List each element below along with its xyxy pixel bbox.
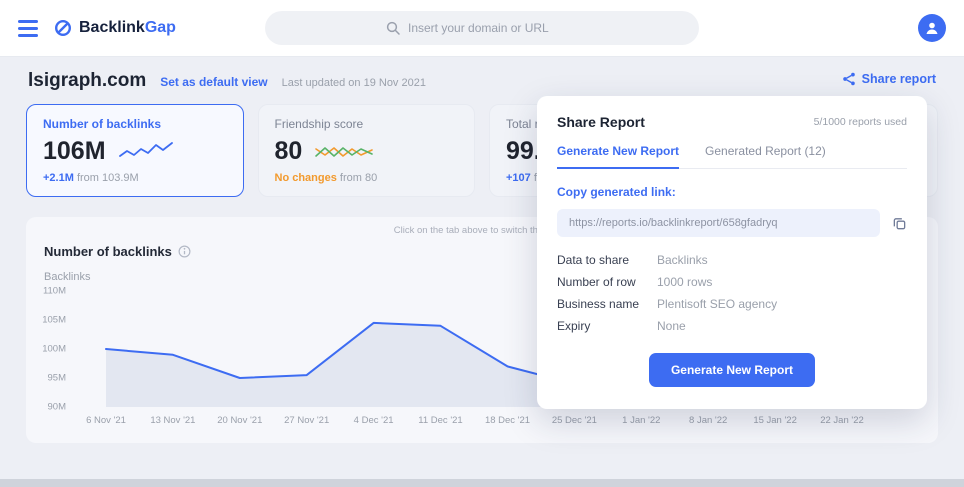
page-title: lsigraph.com — [28, 70, 147, 91]
stat-card-delta: +2.1M from 103.9M — [43, 172, 227, 184]
y-tick: 90M — [47, 401, 66, 413]
detail-label: Expiry — [557, 319, 591, 333]
x-tick: 8 Jan '22 — [689, 415, 728, 426]
modal-tabs: Generate New Report Generated Report (12… — [557, 144, 907, 169]
page-header: lsigraph.com Set as default view Last up… — [28, 70, 936, 92]
detail-value: None — [657, 319, 686, 333]
detail-value: 1000 rows — [657, 275, 713, 289]
topbar: BacklinkGap — [0, 0, 964, 56]
menu-icon[interactable] — [18, 19, 38, 37]
detail-label: Data to share — [557, 253, 630, 267]
x-axis-labels: 6 Nov '21 13 Nov '21 20 Nov '21 27 Nov '… — [76, 415, 872, 427]
x-tick: 1 Jan '22 — [622, 415, 661, 426]
x-tick: 13 Nov '21 — [150, 415, 196, 426]
report-details: Data to share Backlinks Number of row 10… — [557, 253, 907, 333]
page: BacklinkGap lsigraph.com Set as default … — [0, 0, 964, 487]
copy-link-label: Copy generated link: — [557, 185, 676, 199]
sparkline-chart — [315, 146, 374, 157]
x-tick: 27 Nov '21 — [284, 415, 330, 426]
user-avatar[interactable] — [918, 14, 946, 42]
copy-icon[interactable] — [892, 216, 907, 231]
info-icon[interactable] — [178, 245, 191, 258]
set-default-view-link[interactable]: Set as default view — [160, 75, 267, 89]
x-tick: 15 Jan '22 — [753, 415, 797, 426]
stat-card-value: 106M — [43, 137, 106, 165]
brand-logo[interactable]: BacklinkGap — [54, 19, 176, 37]
x-tick: 6 Nov '21 — [86, 415, 126, 426]
delta-from: from 103.9M — [76, 172, 139, 184]
y-tick: 100M — [42, 343, 66, 355]
stat-card-delta: No changes from 80 — [275, 172, 459, 184]
modal-title: Share Report — [557, 114, 645, 130]
share-report-label: Share report — [861, 72, 936, 86]
brand-name-primary: Backlink — [79, 19, 145, 36]
stat-card-value: 80 — [274, 137, 303, 165]
x-tick: 25 Dec '21 — [551, 415, 597, 426]
brand-name-accent: Gap — [144, 19, 176, 36]
share-report-modal: Share Report 5/1000 reports used Generat… — [537, 96, 927, 409]
brand-icon — [54, 19, 72, 37]
delta-value: No changes — [274, 172, 337, 184]
stat-card-title: Friendship score — [274, 117, 364, 131]
x-tick: 18 Dec '21 — [484, 415, 531, 426]
search-input[interactable] — [408, 21, 578, 35]
reports-usage-text: 5/1000 reports used — [813, 116, 907, 128]
x-tick: 20 Nov '21 — [217, 415, 263, 426]
stat-card-backlinks[interactable]: Number of backlinks 106M +2.1M from 103.… — [26, 104, 244, 197]
y-tick: 110M — [42, 285, 66, 297]
x-tick: 22 Jan '22 — [820, 415, 864, 426]
y-tick: 105M — [42, 314, 66, 326]
modal-header: Share Report 5/1000 reports used — [557, 114, 907, 130]
tab-generated-report[interactable]: Generated Report (12) — [705, 144, 826, 168]
person-icon — [926, 22, 938, 34]
x-tick: 11 Dec '21 — [418, 415, 463, 426]
detail-row: Data to share Backlinks — [557, 253, 907, 267]
stat-card-friendship-score[interactable]: Friendship score 80 No changes from 80 — [257, 104, 475, 197]
domain-search-bar[interactable] — [265, 11, 699, 45]
detail-label: Business name — [557, 297, 640, 311]
detail-value: Backlinks — [657, 253, 708, 267]
detail-row: Business name Plentisoft SEO agency — [557, 297, 907, 311]
detail-label: Number of row — [557, 275, 636, 289]
tab-generate-new-report[interactable]: Generate New Report — [557, 144, 680, 169]
generated-link-field[interactable]: https://reports.io/backlinkreport/658gfa… — [557, 209, 880, 237]
chart-title: Number of backlinks — [44, 244, 172, 259]
stat-card-title: Number of backlinks — [43, 117, 162, 131]
detail-row: Number of row 1000 rows — [557, 275, 907, 289]
generated-link-row: https://reports.io/backlinkreport/658gfa… — [557, 209, 907, 237]
y-axis-labels: 110M 105M 100M 95M 90M — [40, 286, 76, 413]
delta-value: +2.1M — [43, 172, 74, 184]
generate-new-report-button[interactable]: Generate New Report — [648, 353, 816, 387]
last-updated-text: Last updated on 19 Nov 2021 — [281, 77, 426, 89]
bottom-strip — [0, 479, 964, 487]
detail-row: Expiry None — [557, 319, 907, 333]
delta-value: +107 — [506, 172, 531, 184]
share-icon — [842, 72, 856, 86]
detail-value: Plentisoft SEO agency — [657, 297, 778, 311]
search-icon — [386, 21, 400, 35]
x-tick: 4 Dec '21 — [353, 415, 394, 426]
brand-name: BacklinkGap — [79, 19, 176, 37]
sparkline-chart — [118, 141, 173, 157]
delta-from: from 80 — [339, 172, 378, 184]
y-tick: 95M — [47, 372, 66, 384]
share-report-button[interactable]: Share report — [842, 72, 936, 86]
